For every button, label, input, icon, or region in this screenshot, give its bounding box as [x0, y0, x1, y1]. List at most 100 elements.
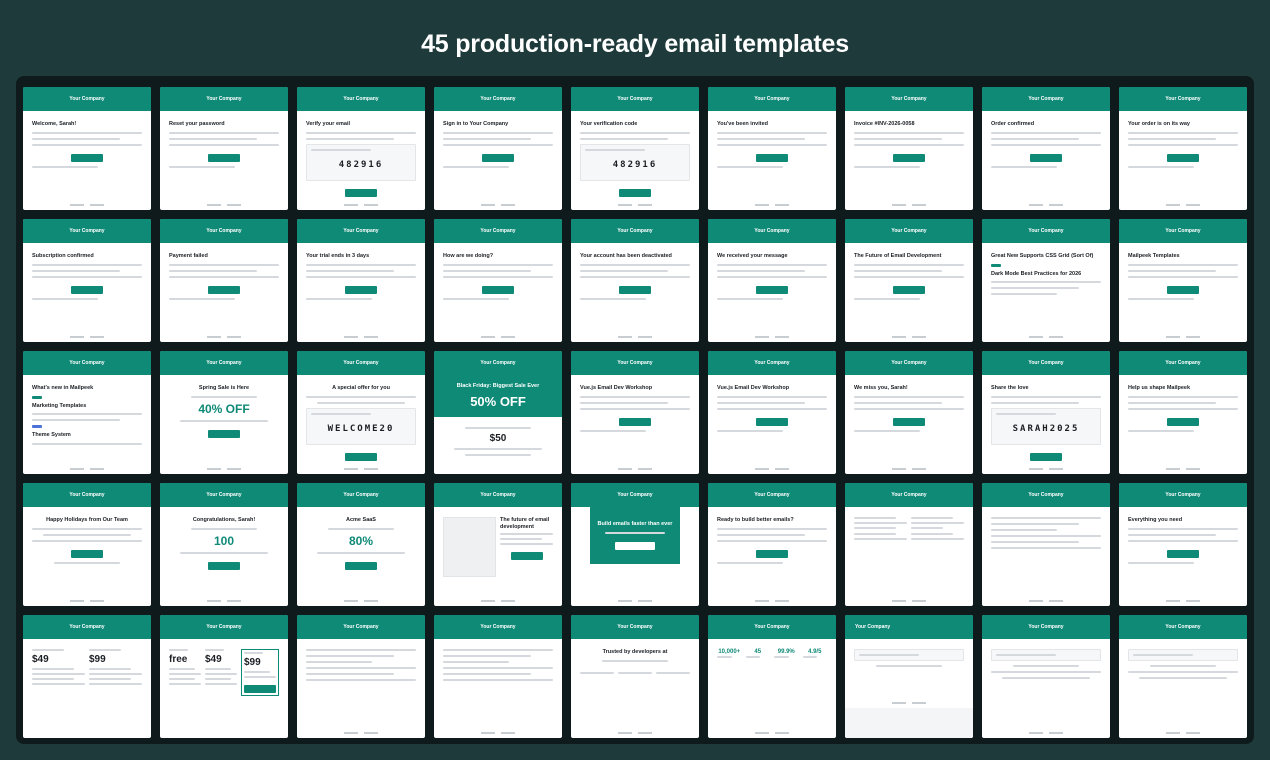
text-line	[443, 269, 531, 272]
text-line	[32, 419, 120, 422]
card-header: Your Company	[571, 87, 699, 111]
cta-button	[482, 285, 514, 294]
text-line	[32, 413, 142, 416]
text-line	[1128, 263, 1238, 266]
card-footer	[571, 204, 699, 206]
template-card[interactable]: Your Company Subscription confirmed	[23, 219, 151, 342]
template-card[interactable]: Your Company Mailpeek Templates	[1119, 219, 1247, 342]
text-line	[32, 263, 142, 266]
text-line	[43, 533, 131, 536]
text-line	[32, 678, 75, 680]
text-line	[244, 676, 276, 678]
text-line	[717, 143, 827, 146]
text-line	[311, 148, 371, 151]
text-line	[854, 263, 964, 266]
template-card[interactable]: Your Company Invoice #INV-2026-0058	[845, 87, 973, 210]
template-card[interactable]: Your Company	[1119, 615, 1247, 738]
text-line	[443, 275, 553, 278]
card-title: Happy Holidays from Our Team	[46, 517, 128, 523]
text-line	[306, 263, 416, 266]
template-card[interactable]: Your Company	[982, 483, 1110, 606]
template-card[interactable]: Your Company Welcome, Sarah!	[23, 87, 151, 210]
template-card[interactable]: Your Company Everything you need	[1119, 483, 1247, 606]
template-card[interactable]: Your Company Trusted by developers at	[571, 615, 699, 738]
template-card[interactable]: Your Company Vue.js Email Dev Workshop	[571, 351, 699, 474]
card-title: The Future of Email Development	[854, 253, 942, 259]
template-card[interactable]: Your Company Payment failed	[160, 219, 288, 342]
template-card[interactable]: Your Company The future of email developm…	[434, 483, 562, 606]
text-line	[1139, 677, 1227, 679]
template-card[interactable]: Your Company What's new in Mailpeek Market…	[23, 351, 151, 474]
template-card[interactable]: Your Company $49 $99	[23, 615, 151, 738]
text-line	[443, 655, 531, 657]
cta-button	[1167, 153, 1199, 162]
text-line	[89, 673, 142, 675]
template-card[interactable]: Your Company Congratulations, Sarah! 100	[160, 483, 288, 606]
template-card[interactable]: Your Company Happy Holidays from Our Team	[23, 483, 151, 606]
template-card[interactable]: Your Company 10,000+ 45 99.9% 4.9/5	[708, 615, 836, 738]
text-line	[991, 293, 1057, 296]
card-footer	[434, 336, 562, 338]
card-big: 80%	[348, 533, 374, 548]
card-footer	[708, 600, 836, 602]
text-line	[443, 165, 509, 168]
text-line	[580, 275, 690, 278]
template-card[interactable]: Your Company You've been invited	[708, 87, 836, 210]
card-footer	[708, 732, 836, 734]
template-card[interactable]: Your Company Black Friday: Biggest Sale E…	[434, 351, 562, 474]
template-card[interactable]: Your Company Help us shape Mailpeek	[1119, 351, 1247, 474]
text-line	[32, 269, 120, 272]
text-line	[443, 673, 531, 675]
template-card[interactable]: Your Company Your account has been deacti…	[571, 219, 699, 342]
page-title: 45 production-ready email templates	[421, 30, 849, 58]
template-card[interactable]: Your Company	[845, 483, 973, 606]
template-card[interactable]: Your Company Ready to build better emails…	[708, 483, 836, 606]
cta-button	[893, 417, 925, 426]
template-card[interactable]: Your Company Order confirmed	[982, 87, 1110, 210]
template-card[interactable]: Your Company	[434, 615, 562, 738]
text-line	[169, 165, 235, 168]
text-line	[1128, 297, 1194, 300]
template-card[interactable]: Your Company Build emails faster than eve…	[571, 483, 699, 606]
template-card[interactable]: Your Company	[982, 615, 1110, 738]
template-card[interactable]: Your Company How are we doing?	[434, 219, 562, 342]
card-code: 482916	[338, 159, 384, 170]
template-card[interactable]: Your Company	[297, 615, 425, 738]
card-footer	[982, 468, 1110, 470]
text-line	[991, 137, 1079, 140]
template-card[interactable]: Your Company The Future of Email Developm…	[845, 219, 973, 342]
template-card[interactable]: Your Company Share the love SARAH2025	[982, 351, 1110, 474]
template-card[interactable]: Your Company Your order is on its way	[1119, 87, 1247, 210]
template-card[interactable]: Your Company Your verification code 482916	[571, 87, 699, 210]
card-footer	[571, 336, 699, 338]
template-card[interactable]: Your Company We received your message	[708, 219, 836, 342]
text-line	[605, 531, 665, 534]
template-card[interactable]: Your Company Verify your email 482916	[297, 87, 425, 210]
template-card[interactable]: Your Company Sign in to Your Company	[434, 87, 562, 210]
template-card[interactable]: Your Company	[845, 615, 973, 738]
template-card[interactable]: Your Company Your trial ends in 3 days	[297, 219, 425, 342]
card-header: Your Company	[434, 87, 562, 111]
template-card[interactable]: Your Company Acme SaaS 80%	[297, 483, 425, 606]
card-title: Welcome, Sarah!	[32, 121, 77, 127]
template-card[interactable]: Your Company A special offer for you WELCO…	[297, 351, 425, 474]
cta-button	[345, 452, 377, 461]
template-card[interactable]: Your Company Reset your password	[160, 87, 288, 210]
text-line	[465, 453, 531, 456]
cta-button	[71, 549, 103, 558]
text-line	[306, 667, 416, 669]
text-line	[443, 667, 553, 669]
card-footer	[160, 600, 288, 602]
text-line	[656, 671, 690, 674]
cta-button	[1167, 285, 1199, 294]
text-line	[443, 131, 553, 134]
text-line	[32, 137, 120, 140]
template-card[interactable]: Your Company Great New Supports CSS Grid …	[982, 219, 1110, 342]
stat-value: 10,000+	[718, 649, 741, 655]
template-card[interactable]: Your Company Spring Sale is Here 40% OFF	[160, 351, 288, 474]
template-card[interactable]: Your Company Vue.js Email Dev Workshop	[708, 351, 836, 474]
template-card[interactable]: Your Company We miss you, Sarah!	[845, 351, 973, 474]
text-line	[1128, 671, 1238, 673]
template-grid: Your Company Welcome, Sarah! Your Company R…	[23, 87, 1247, 738]
template-card[interactable]: Your Company free $49 $99	[160, 615, 288, 738]
